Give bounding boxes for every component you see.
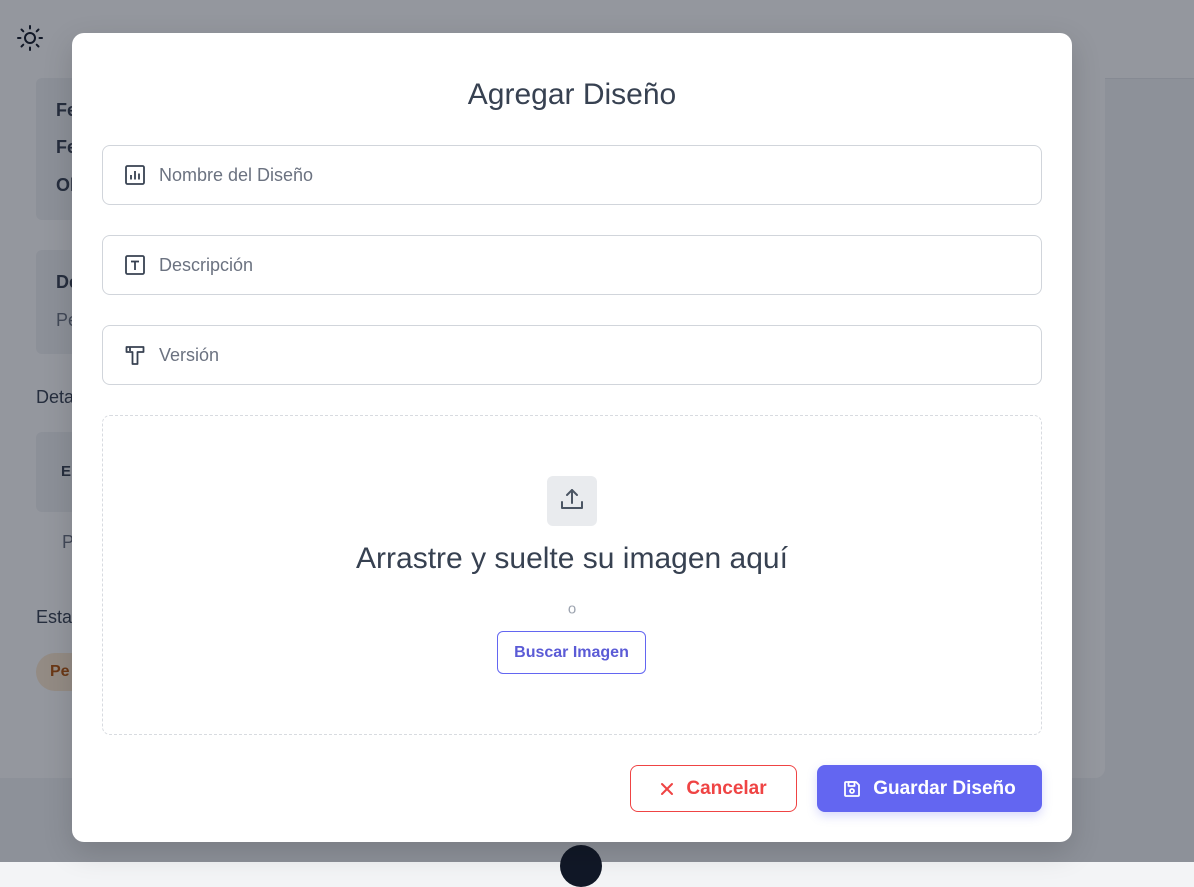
image-dropzone[interactable]: Arrastre y suelte su imagen aquí o Busca…	[102, 415, 1042, 735]
description-field	[102, 235, 1042, 295]
typography-icon	[124, 344, 146, 366]
modal-title: Agregar Diseño	[467, 78, 677, 111]
dropzone-or-text: o	[567, 600, 577, 618]
design-name-input[interactable]	[159, 160, 1041, 190]
cancel-button[interactable]: Cancelar	[630, 765, 797, 812]
design-name-field	[102, 145, 1042, 205]
close-icon	[660, 782, 674, 796]
save-button-label: Guardar Diseño	[873, 777, 1016, 799]
description-input[interactable]	[159, 250, 1041, 280]
save-icon	[843, 780, 861, 798]
dropzone-title: Arrastre y suelte su imagen aquí	[356, 542, 788, 575]
upload-icon	[559, 486, 585, 517]
chart-icon	[124, 164, 146, 186]
browse-image-button[interactable]: Buscar Imagen	[497, 631, 646, 674]
version-input[interactable]	[159, 340, 1041, 370]
text-box-icon	[124, 254, 146, 276]
save-design-button[interactable]: Guardar Diseño	[817, 765, 1042, 812]
upload-icon-container	[547, 476, 597, 526]
version-field	[102, 325, 1042, 385]
add-design-modal: Agregar Diseño Nombre del Diseño Descrip…	[72, 33, 1072, 842]
cancel-button-label: Cancelar	[686, 777, 767, 799]
